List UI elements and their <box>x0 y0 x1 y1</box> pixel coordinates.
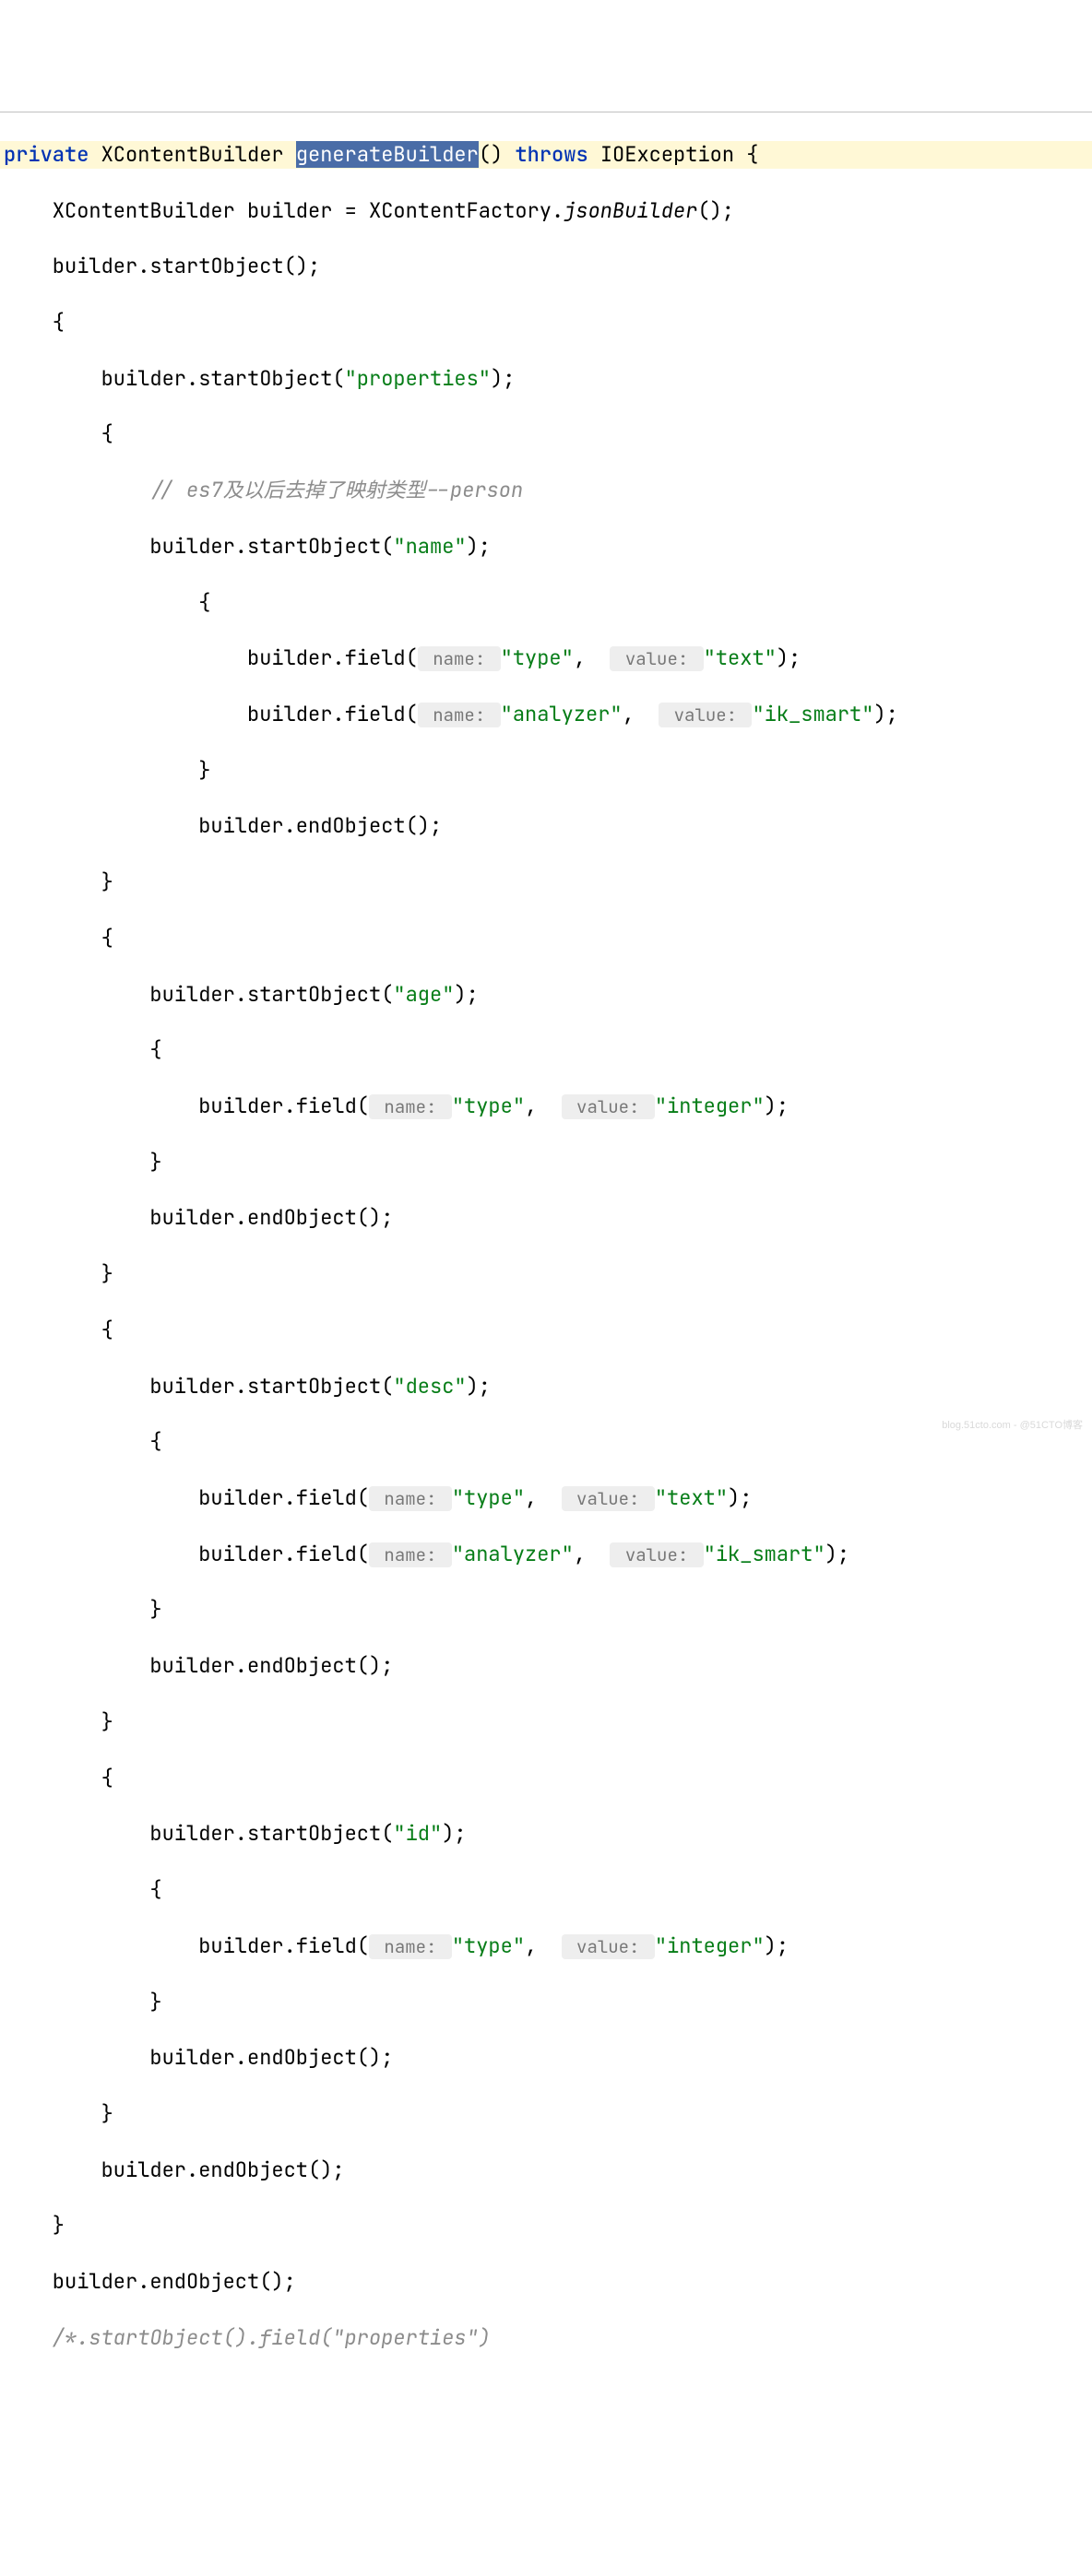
code-line: builder.endObject(); <box>0 2157 1092 2184</box>
param-hint-name: name: <box>418 703 501 727</box>
code-editor[interactable]: private XContentBuilder generateBuilder(… <box>0 112 1092 2380</box>
code-line: builder.startObject("properties"); <box>0 365 1092 393</box>
watermark-text: blog.51cto.com - @51CTO博客 <box>942 1419 1083 1433</box>
code-line: } <box>0 1989 1092 2016</box>
string-literal: "type" <box>501 644 574 671</box>
string-literal: "analyzer" <box>452 1541 574 1567</box>
code-line: { <box>0 589 1092 617</box>
param-hint-name: name: <box>369 1542 452 1567</box>
string-literal: "id" <box>393 1820 442 1847</box>
code-line: { <box>0 1428 1092 1456</box>
brace-open: { <box>734 141 758 168</box>
comment-line: // es7及以后去掉了映射类型--person <box>0 477 1092 504</box>
param-hint-name: name: <box>369 1094 452 1119</box>
code-line: builder.field( name: "type", value: "tex… <box>0 1484 1092 1512</box>
param-hint-name: name: <box>369 1934 452 1959</box>
code-line: builder.endObject(); <box>0 2044 1092 2072</box>
code-line: builder.endObject(); <box>0 1204 1092 1232</box>
code-line: } <box>0 1149 1092 1176</box>
code-line: builder.startObject("age"); <box>0 981 1092 1009</box>
string-literal: "ik_smart" <box>752 701 873 727</box>
static-call: jsonBuilder <box>564 197 697 224</box>
code-line: builder.startObject("name"); <box>0 533 1092 561</box>
parens: () <box>479 141 503 168</box>
method-name-selected[interactable]: generateBuilder <box>296 141 479 168</box>
param-hint-value: value: <box>562 1934 655 1959</box>
code-line: builder.field( name: "type", value: "tex… <box>0 644 1092 672</box>
param-hint-value: value: <box>610 1542 703 1567</box>
method-signature-line: private XContentBuilder generateBuilder(… <box>0 141 1092 169</box>
code-line: { <box>0 420 1092 448</box>
code-line: } <box>0 2100 1092 2128</box>
code-line: { <box>0 1036 1092 1064</box>
string-literal: "text" <box>704 644 777 671</box>
string-literal: "type" <box>452 1484 525 1511</box>
param-hint-value: value: <box>659 703 752 727</box>
string-literal: "integer" <box>655 1093 765 1119</box>
string-literal: "desc" <box>393 1373 466 1400</box>
code-line: { <box>0 1876 1092 1904</box>
code-line: builder.startObject(); <box>0 253 1092 280</box>
string-literal: "age" <box>393 981 454 1008</box>
code-line: { <box>0 309 1092 337</box>
code-line: builder.endObject(); <box>0 812 1092 840</box>
string-literal: "text" <box>655 1484 728 1511</box>
code-line: } <box>0 1708 1092 1736</box>
code-line: builder.endObject(); <box>0 2268 1092 2296</box>
string-literal: "type" <box>452 1932 525 1959</box>
string-literal: "properties" <box>345 365 491 392</box>
code-line: builder.field( name: "type", value: "int… <box>0 1093 1092 1120</box>
param-hint-name: name: <box>418 646 501 671</box>
code-line: { <box>0 1317 1092 1344</box>
string-literal: "analyzer" <box>501 701 623 727</box>
code-line: } <box>0 1260 1092 1288</box>
string-literal: "integer" <box>655 1932 765 1959</box>
keyword-throws: throws <box>515 141 588 168</box>
code-line: } <box>0 1596 1092 1624</box>
code-line: XContentBuilder builder = XContentFactor… <box>0 197 1092 225</box>
code-line: builder.field( name: "analyzer", value: … <box>0 701 1092 728</box>
code-line: builder.endObject(); <box>0 1652 1092 1680</box>
string-literal: "type" <box>452 1093 525 1119</box>
comment-line: /*.startObject().field("properties") <box>0 2324 1092 2352</box>
code-line: builder.startObject("desc"); <box>0 1373 1092 1400</box>
code-line: builder.startObject("id"); <box>0 1820 1092 1848</box>
code-line: { <box>0 1765 1092 1792</box>
keyword-private: private <box>4 141 89 168</box>
exception-type: IOException <box>600 141 734 168</box>
string-literal: "ik_smart" <box>704 1541 825 1567</box>
param-hint-value: value: <box>562 1094 655 1119</box>
param-hint-name: name: <box>369 1486 452 1511</box>
code-line: } <box>0 869 1092 896</box>
string-literal: "name" <box>393 533 466 560</box>
code-line: builder.field( name: "analyzer", value: … <box>0 1541 1092 1568</box>
code-line: } <box>0 757 1092 785</box>
param-hint-value: value: <box>562 1486 655 1511</box>
return-type: XContentBuilder <box>101 141 284 168</box>
param-hint-value: value: <box>610 646 703 671</box>
code-line: builder.field( name: "type", value: "int… <box>0 1932 1092 1960</box>
code-line: } <box>0 2212 1092 2239</box>
code-line: { <box>0 925 1092 952</box>
